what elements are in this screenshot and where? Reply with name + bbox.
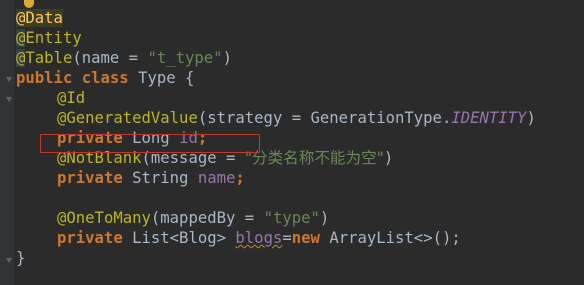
field-name: name — [197, 169, 236, 187]
annotation-entity: @Entity — [16, 29, 82, 47]
class-name: Type — [138, 69, 176, 87]
code-line-annotation-generated-value[interactable]: @GeneratedValue(strategy = GenerationTyp… — [16, 108, 536, 128]
code-line-closing-brace[interactable]: } — [16, 248, 536, 268]
enum-identity: IDENTITY — [451, 109, 527, 127]
mapped-by-string: "type" — [263, 209, 320, 227]
table-name-string: "t_type" — [147, 49, 223, 67]
code-line-annotation-entity[interactable]: @Entity — [16, 28, 536, 48]
fold-icon[interactable] — [6, 97, 12, 102]
annotation-generated-value: @GeneratedValue — [57, 109, 198, 127]
code-line-annotation-table[interactable]: @Table(name = "t_type") — [16, 48, 536, 68]
highlight-box — [40, 134, 260, 153]
annotation-id: @Id — [57, 89, 86, 107]
code-editor[interactable]: @Data @Entity @Table(name = "t_type") pu… — [0, 0, 584, 285]
code-line-class-declaration[interactable]: public class Type { — [16, 68, 536, 88]
fold-icon[interactable] — [6, 77, 12, 82]
annotation-one-to-many: @OneToMany — [57, 209, 151, 227]
fold-icon[interactable] — [6, 258, 12, 263]
annotation-table: @Table — [16, 49, 73, 67]
editor-gutter[interactable] — [0, 0, 14, 285]
code-line-annotation-data[interactable]: @Data — [16, 8, 536, 28]
annotation-data: @Data — [16, 9, 63, 27]
code-line-field-blogs[interactable]: private List<Blog> blogs=new ArrayList<>… — [16, 228, 536, 248]
code-line-annotation-one-to-many[interactable]: @OneToMany(mappedBy = "type") — [16, 208, 536, 228]
code-line-field-name[interactable]: private String name; — [16, 168, 536, 188]
field-blogs: blogs — [235, 229, 283, 247]
code-line-blank[interactable] — [16, 188, 536, 208]
code-line-annotation-id[interactable]: @Id — [16, 88, 536, 108]
lightbulb-icon[interactable] — [24, 0, 34, 8]
validation-message-string: "分类名称不能为空" — [244, 149, 384, 167]
